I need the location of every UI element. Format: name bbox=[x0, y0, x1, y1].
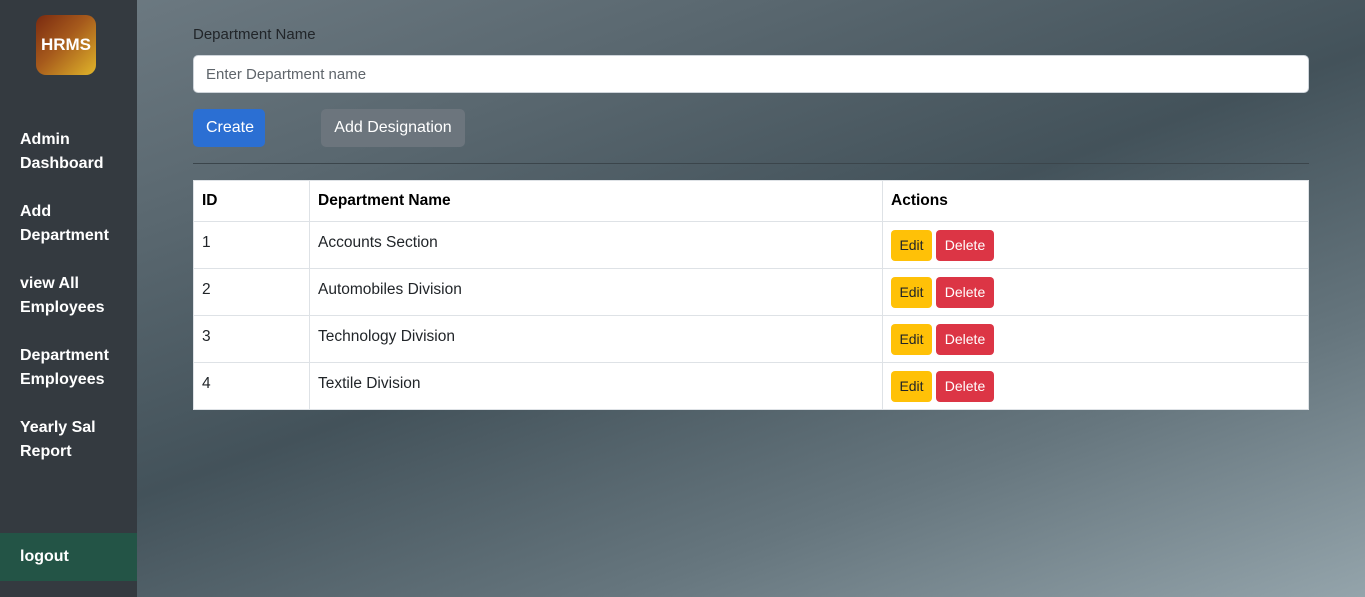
cell-actions: Edit Delete bbox=[882, 268, 1309, 316]
cell-actions: Edit Delete bbox=[882, 315, 1309, 363]
app-logo[interactable]: HRMS bbox=[36, 15, 96, 75]
delete-button[interactable]: Delete bbox=[936, 324, 994, 355]
column-header-id: ID bbox=[193, 180, 310, 222]
table-row: 3 Technology Division Edit Delete bbox=[193, 315, 1309, 363]
cell-id: 1 bbox=[193, 221, 310, 269]
cell-department-name: Textile Division bbox=[309, 362, 883, 410]
sidebar-item-department-employees[interactable]: Department Employees bbox=[20, 344, 130, 392]
edit-button[interactable]: Edit bbox=[891, 324, 932, 355]
cell-id: 2 bbox=[193, 268, 310, 316]
delete-button[interactable]: Delete bbox=[936, 230, 994, 261]
cell-id: 3 bbox=[193, 315, 310, 363]
departments-table: ID Department Name Actions 1 Accounts Se… bbox=[193, 180, 1309, 410]
cell-department-name: Accounts Section bbox=[309, 221, 883, 269]
sidebar-item-view-all-employees[interactable]: view All Employees bbox=[20, 272, 130, 320]
column-header-department-name: Department Name bbox=[309, 180, 883, 222]
delete-button[interactable]: Delete bbox=[936, 371, 994, 402]
edit-button[interactable]: Edit bbox=[891, 230, 932, 261]
edit-button[interactable]: Edit bbox=[891, 277, 932, 308]
sidebar-nav: Admin Dashboard Add Department view All … bbox=[20, 128, 130, 488]
logout-button[interactable]: logout bbox=[0, 533, 137, 581]
delete-button[interactable]: Delete bbox=[936, 277, 994, 308]
sidebar-item-yearly-sal-report[interactable]: Yearly Sal Report bbox=[20, 416, 130, 464]
cell-department-name: Technology Division bbox=[309, 315, 883, 363]
divider bbox=[193, 163, 1309, 164]
sidebar: HRMS Admin Dashboard Add Department view… bbox=[0, 0, 137, 597]
cell-actions: Edit Delete bbox=[882, 221, 1309, 269]
table-row: 1 Accounts Section Edit Delete bbox=[193, 221, 1309, 269]
department-name-input[interactable] bbox=[193, 55, 1309, 93]
cell-actions: Edit Delete bbox=[882, 362, 1309, 410]
sidebar-item-add-department[interactable]: Add Department bbox=[20, 200, 130, 248]
table-row: 4 Textile Division Edit Delete bbox=[193, 362, 1309, 410]
sidebar-item-admin-dashboard[interactable]: Admin Dashboard bbox=[20, 128, 130, 176]
table-header-row: ID Department Name Actions bbox=[193, 180, 1309, 222]
create-button[interactable]: Create bbox=[193, 109, 265, 147]
cell-department-name: Automobiles Division bbox=[309, 268, 883, 316]
column-header-actions: Actions bbox=[882, 180, 1309, 222]
add-designation-button[interactable]: Add Designation bbox=[321, 109, 465, 147]
department-name-label: Department Name bbox=[193, 26, 316, 43]
cell-id: 4 bbox=[193, 362, 310, 410]
edit-button[interactable]: Edit bbox=[891, 371, 932, 402]
table-row: 2 Automobiles Division Edit Delete bbox=[193, 268, 1309, 316]
